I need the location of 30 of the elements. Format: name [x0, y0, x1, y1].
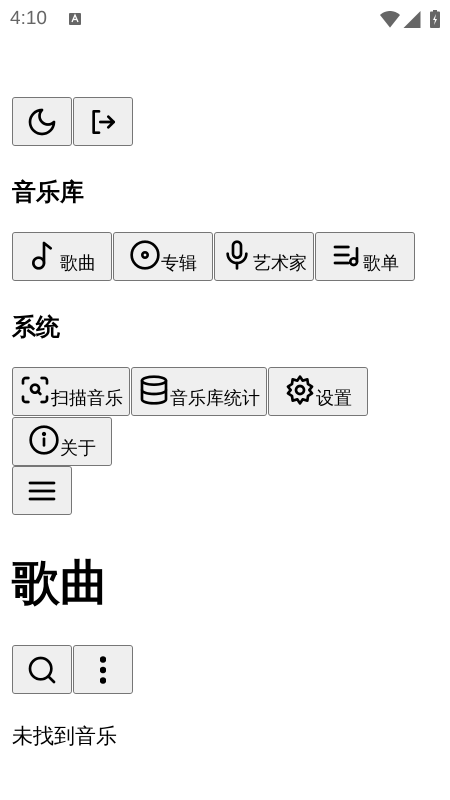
- disc-button[interactable]: 专辑: [113, 232, 213, 281]
- settings-button[interactable]: 设置: [268, 367, 368, 416]
- settings-icon: [284, 374, 316, 406]
- scan-search-button[interactable]: 扫描音乐: [12, 367, 130, 416]
- section-heading: 系统: [12, 312, 61, 343]
- signal-icon: [402, 10, 422, 28]
- music-note-button[interactable]: 歌曲: [12, 232, 112, 281]
- search-icon: [26, 654, 58, 686]
- search-button[interactable]: [12, 645, 72, 694]
- moon-button[interactable]: [12, 97, 72, 146]
- info-icon: [28, 424, 60, 456]
- more-vertical-button[interactable]: [73, 645, 133, 694]
- menu-button[interactable]: [12, 466, 72, 515]
- keyboard-notification-icon: [68, 13, 81, 25]
- battery-charging-icon: [430, 10, 440, 28]
- playlist-button[interactable]: 歌单: [315, 232, 415, 281]
- empty-message: 未找到音乐: [12, 723, 118, 750]
- scan-search-icon: [19, 374, 51, 406]
- logout-button[interactable]: [73, 97, 133, 146]
- more-vertical-icon: [100, 656, 106, 684]
- page-title: 歌曲: [12, 554, 109, 613]
- database-icon: [138, 374, 170, 406]
- section-heading: 音乐库: [12, 177, 85, 208]
- microphone-button[interactable]: 艺术家: [214, 232, 314, 281]
- disc-icon: [129, 239, 161, 271]
- database-button[interactable]: 音乐库统计: [131, 367, 267, 416]
- status-time: 4:10: [10, 8, 47, 30]
- info-button[interactable]: 关于: [12, 417, 112, 466]
- moon-icon: [26, 106, 58, 138]
- wifi-icon: [380, 10, 400, 28]
